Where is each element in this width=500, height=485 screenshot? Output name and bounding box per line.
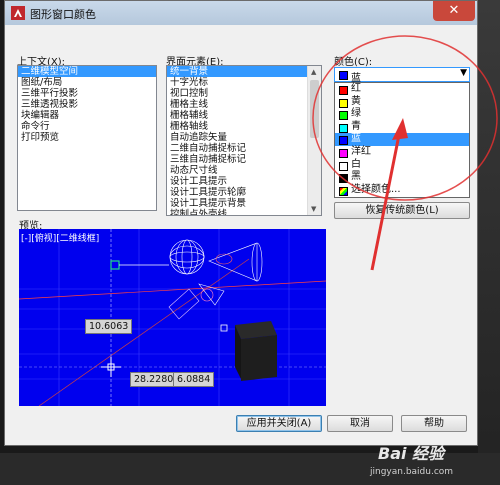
annotation-overlay xyxy=(312,35,498,271)
baidu-watermark: Bai 经验 xyxy=(378,444,445,463)
watermark-url: jingyan.baidu.com xyxy=(370,467,454,477)
